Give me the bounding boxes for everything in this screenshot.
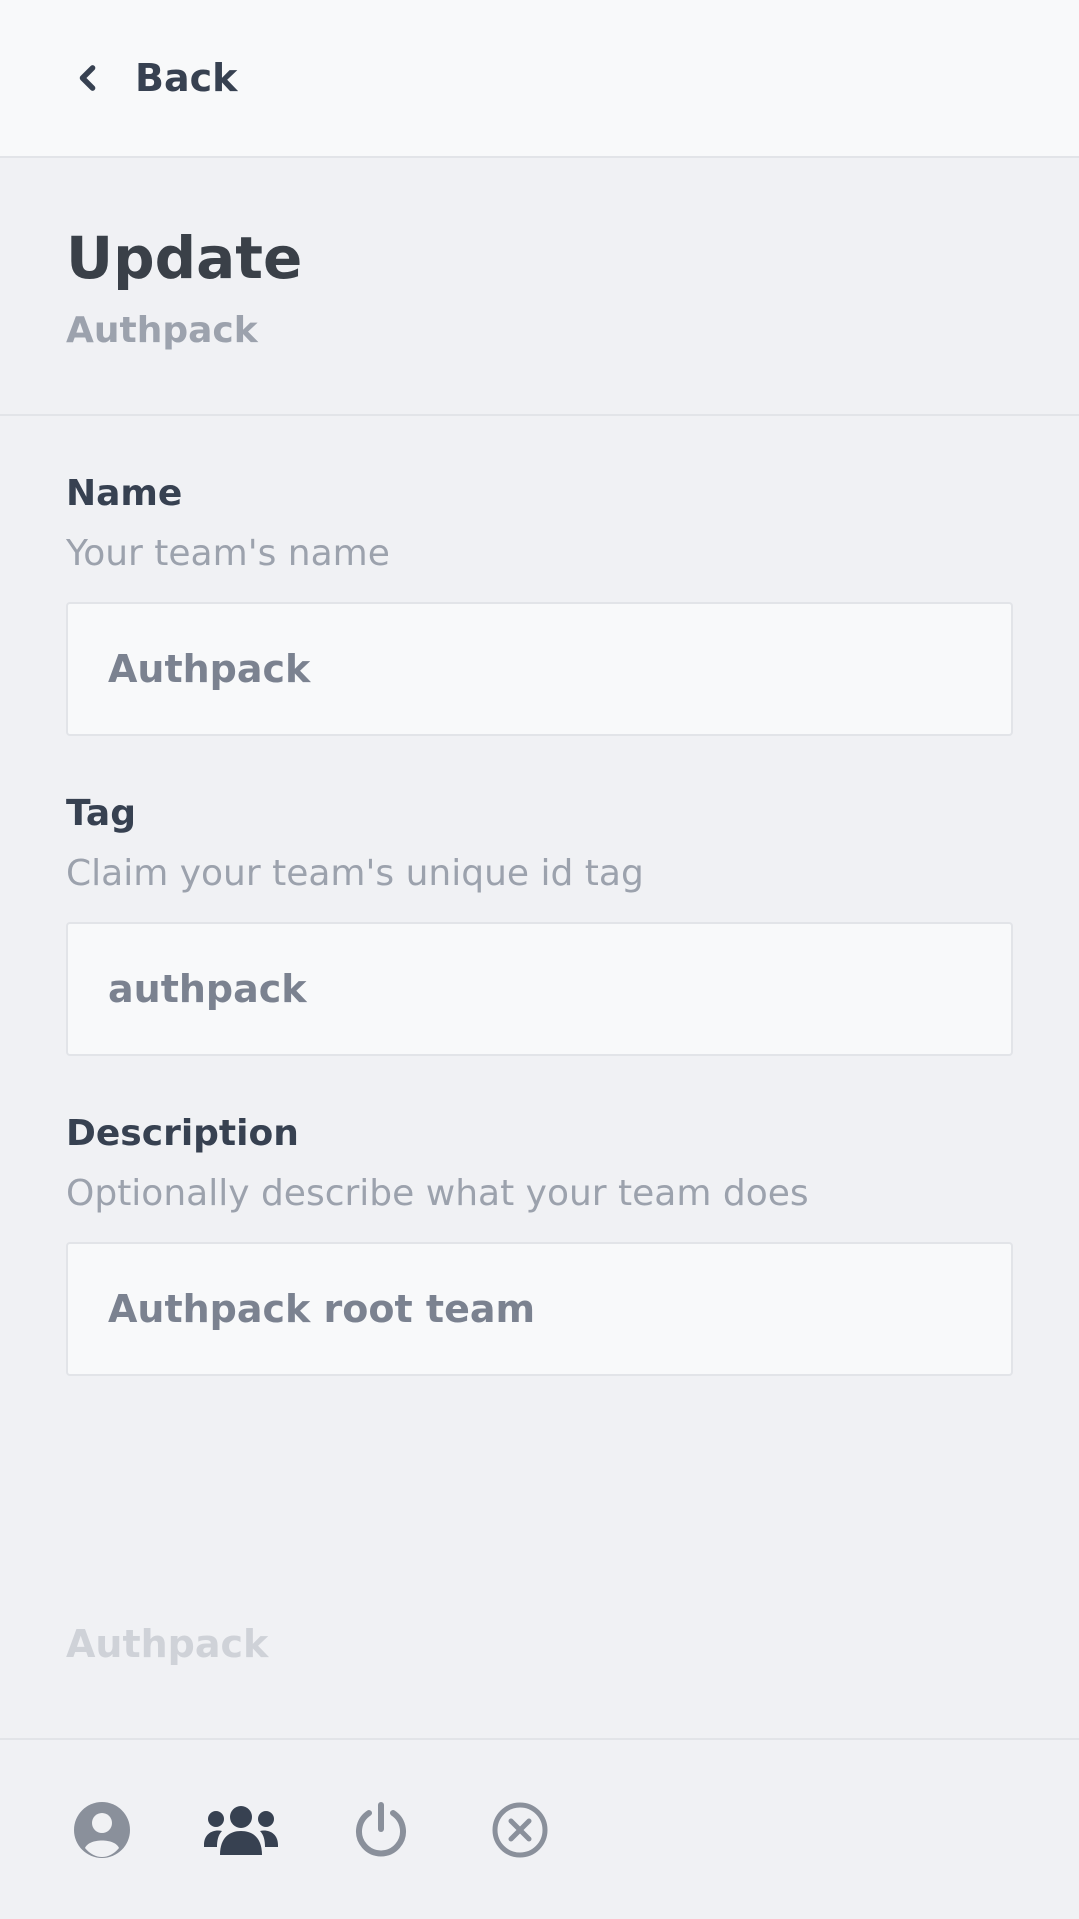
tag-input[interactable] [66, 922, 1013, 1056]
back-button[interactable]: Back [66, 46, 237, 110]
tag-help: Claim your team's unique id tag [66, 853, 644, 894]
chevron-left-icon [79, 65, 96, 91]
description-input[interactable] [66, 1242, 1013, 1376]
page-subtitle: Authpack [66, 310, 258, 351]
page: Back Update Authpack Name Your team's na… [0, 0, 1079, 1919]
bottom-nav [0, 1738, 1079, 1919]
back-label: Back [135, 56, 238, 100]
description-help: Optionally describe what your team does [66, 1173, 809, 1214]
tag-label: Tag [66, 793, 136, 834]
user-circle-icon [74, 1802, 130, 1858]
nav-account[interactable] [72, 1800, 132, 1860]
page-title: Update [66, 224, 303, 292]
top-bar: Back [0, 0, 1079, 158]
close-circle-icon [492, 1802, 548, 1858]
name-input[interactable] [66, 602, 1013, 736]
nav-logout[interactable] [352, 1800, 410, 1860]
name-help: Your team's name [66, 533, 390, 574]
users-icon [204, 1806, 278, 1855]
footer-brand: Authpack [66, 1622, 269, 1666]
nav-close[interactable] [491, 1800, 549, 1860]
description-label: Description [66, 1113, 299, 1154]
nav-team[interactable] [204, 1800, 278, 1860]
page-header: Update Authpack [0, 158, 1079, 416]
name-label: Name [66, 473, 183, 514]
power-icon [356, 1802, 406, 1857]
